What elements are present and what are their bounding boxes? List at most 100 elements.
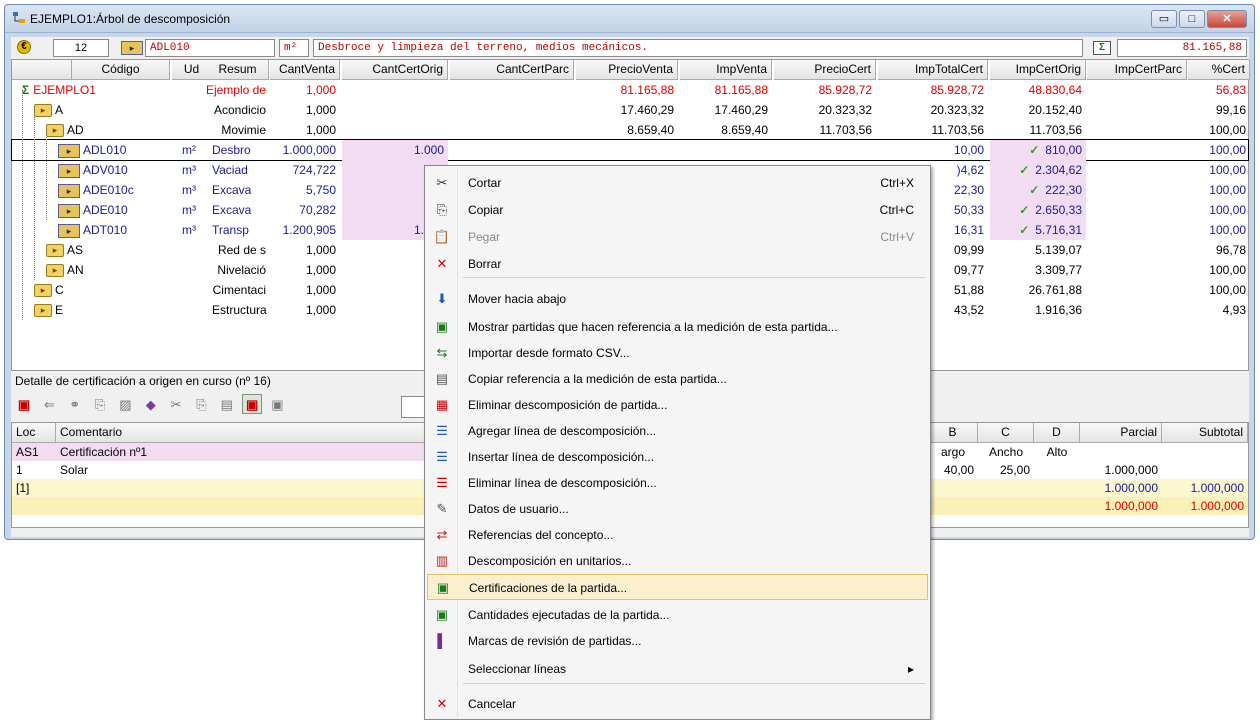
precioventa-cell: 8.659,40 — [576, 120, 678, 140]
column-header-impventa[interactable]: ImpVenta — [680, 60, 772, 80]
code-cell[interactable]: ▸ AD — [42, 120, 172, 140]
calc-disabled-icon[interactable]: ▣ — [267, 395, 287, 415]
impcertorig-cell: 20.152,40 — [990, 100, 1086, 120]
column-header-código[interactable]: Código — [72, 60, 170, 80]
imptotalcert-value: 20.323,32 — [930, 103, 984, 117]
column-header-cantcertorig[interactable]: CantCertOrig — [342, 60, 448, 80]
impcertorig-cell: 11.703,56 — [990, 120, 1086, 140]
column-header-preciocert[interactable]: PrecioCert — [774, 60, 876, 80]
menu-item-show-references[interactable]: ▣ Mostrar partidas que hacen referencia a… — [427, 314, 928, 340]
column-header-imptotalcert[interactable]: ImpTotalCert — [878, 60, 988, 80]
code-cell[interactable]: ▸ E — [30, 300, 172, 320]
detail-comment-cell — [56, 497, 436, 515]
maximize-button[interactable]: □ — [1179, 10, 1205, 28]
pct-value: 100,00 — [1209, 283, 1246, 297]
menu-item-user-data[interactable]: ✎ Datos de usuario... — [427, 496, 928, 522]
detail-header-parcial[interactable]: Parcial — [1080, 423, 1162, 443]
code-cell[interactable]: ▸ AN — [42, 260, 172, 280]
copy-rows-icon[interactable]: ⎘ — [90, 395, 110, 415]
detail-header-loc[interactable]: Loc — [12, 423, 56, 443]
imptotalcert-value: )4,62 — [956, 163, 984, 177]
preciocert-value: 11.703,56 — [819, 123, 873, 137]
impventa-cell: 8.659,40 — [680, 120, 772, 140]
detail-header-b[interactable]: B — [928, 423, 978, 443]
menu-item-label: Borrar — [468, 257, 502, 271]
menu-item-select-lines[interactable]: Seleccionar líneas ▸ — [427, 656, 928, 682]
column-header-cantcertparc[interactable]: CantCertParc — [450, 60, 574, 80]
close-button[interactable]: ✕ — [1207, 10, 1247, 28]
code-cell[interactable]: ▸ AS — [42, 240, 172, 260]
pct-value: 99,16 — [1215, 103, 1246, 117]
column-header-impcertorig[interactable]: ImpCertOrig — [990, 60, 1086, 80]
code-cell[interactable]: ▸ ADV010 — [54, 160, 172, 180]
code-cell[interactable]: ▸ C — [30, 280, 172, 300]
cantventa-value: 5,750 — [305, 183, 336, 197]
undo-icon[interactable]: ⇐ — [39, 395, 59, 415]
menu-item-cut[interactable]: ✂ Cortar Ctrl+X — [427, 170, 928, 196]
code-cell[interactable]: ▸ ADT010 — [54, 220, 172, 240]
impcertorig-cell: ✓ 5.716,31 — [990, 220, 1086, 240]
menu-item-executed-quantities[interactable]: ▣ Cantidades ejecutadas de la partida... — [427, 602, 928, 628]
menu-item-insert-line[interactable]: ☰ Insertar línea de descomposición... — [427, 444, 928, 470]
menu-item-remove-decomposition[interactable]: ▦ Eliminar descomposición de partida... — [427, 392, 928, 418]
calc-icon[interactable]: ▣ — [242, 394, 263, 414]
menu-item-delete-line[interactable]: ☰ Eliminar línea de descomposición... — [427, 470, 928, 496]
menu-item-move-down[interactable]: ⬇ Mover hacia abajo — [427, 286, 928, 312]
impcertorig-cell: ✓ 222,30 — [990, 180, 1086, 200]
certificate-icon[interactable]: ▣ — [14, 395, 34, 415]
book-icon[interactable]: ◆ — [141, 395, 161, 415]
code-cell[interactable]: Σ EJEMPLO1 — [18, 80, 172, 100]
code-cell[interactable]: ▸ ADE010c — [54, 180, 172, 200]
table-row[interactable]: ▸ ADL010 m² Desbro 1.000,000 1.000 10,00 ✓ 810,0… — [11, 139, 1249, 161]
link-icon[interactable]: ⚭ — [65, 395, 85, 415]
table-row[interactable]: Σ EJEMPLO1 Ejemplo de 1,000 81.165,88 81.165,… — [12, 80, 1248, 100]
description-field[interactable]: Desbroce y limpieza del terreno, medios … — [313, 39, 1083, 57]
code-cell[interactable]: ▸ ADL010 — [54, 140, 172, 160]
column-header-precioventa[interactable]: PrecioVenta — [576, 60, 678, 80]
column-header-%cert[interactable]: %Cert — [1188, 60, 1250, 80]
menu-item-import-csv[interactable]: ⇆ Importar desde formato CSV... — [427, 340, 928, 366]
detail-b-cell: 40,00 — [943, 463, 974, 477]
table-row[interactable]: ▸ AD Movimie 1,000 8.659,40 8.659,40 11.703,56… — [12, 120, 1248, 140]
cut-icon[interactable]: ✂ — [166, 395, 186, 415]
cantventa-value: 1.000,000 — [282, 143, 336, 157]
detail-header-d[interactable]: D — [1034, 423, 1080, 443]
column-header-cantventa[interactable]: CantVenta — [270, 60, 340, 80]
detail-header-c[interactable]: C — [978, 423, 1034, 443]
detail-parcial-cell — [1080, 443, 1162, 461]
menu-item-delete[interactable]: ✕ Borrar — [427, 251, 928, 277]
menu-item-concept-references[interactable]: ⇄ Referencias del concepto... — [427, 522, 928, 548]
code-cell[interactable]: ▸ A — [30, 100, 172, 120]
menu-item-paste[interactable]: 📋 Pegar Ctrl+V — [427, 224, 928, 250]
menu-item-add-line[interactable]: ☰ Agregar línea de descomposición... — [427, 418, 928, 444]
pct-value: 100,00 — [1209, 163, 1246, 177]
concept-code-field[interactable]: ADL010 — [145, 39, 275, 57]
menu-item-cancel[interactable]: ✕ Cancelar — [427, 691, 928, 717]
dwg-icon[interactable]: ▨ — [115, 395, 135, 415]
menu-shortcut: Ctrl+V — [880, 230, 914, 244]
code-cell[interactable]: ▸ ADE010 — [54, 200, 172, 220]
menu-item-unit-decomposition[interactable]: ▥ Descomposición en unitarios... — [427, 548, 928, 574]
code-text: E — [55, 303, 64, 317]
copy-icon[interactable]: ⎘ — [191, 395, 211, 415]
detail-c-cell: 25,00 — [999, 463, 1030, 477]
menu-item-review-marks[interactable]: ▌ Marcas de revisión de partidas... — [427, 628, 928, 654]
column-header-impcertparc[interactable]: ImpCertParc — [1087, 60, 1187, 80]
minimize-button[interactable]: ▭ — [1151, 10, 1177, 28]
menu-item-label: Cortar — [468, 176, 502, 190]
menu-item-copy-reference[interactable]: ▤ Copiar referencia a la medición de esta… — [427, 366, 928, 392]
paste-icon[interactable]: ▤ — [217, 395, 237, 415]
detail-header-comentario[interactable]: Comentario — [56, 423, 436, 443]
resum-cell: Vaciad — [212, 163, 248, 177]
detail-header-subtotal[interactable]: Subtotal — [1162, 423, 1248, 443]
detail-d-cell — [1034, 497, 1080, 515]
partida-icon: ▸ — [58, 183, 80, 198]
menu-item-copy[interactable]: ⎘ Copiar Ctrl+C — [427, 197, 928, 223]
table-row[interactable]: ▸ A Acondicio 1,000 17.460,29 17.460,29 20.323… — [12, 100, 1248, 120]
preciocert-value: 85.928,72 — [818, 83, 872, 97]
column-header-resum[interactable]: Resum — [207, 60, 269, 80]
impcertorig-value: 5.716,31 — [1035, 223, 1082, 237]
unit-field[interactable]: m² — [279, 39, 309, 57]
menu-item-certifications[interactable]: ▣ Certificaciones de la partida... — [427, 574, 928, 600]
column-header-ud[interactable]: Ud — [172, 60, 212, 80]
